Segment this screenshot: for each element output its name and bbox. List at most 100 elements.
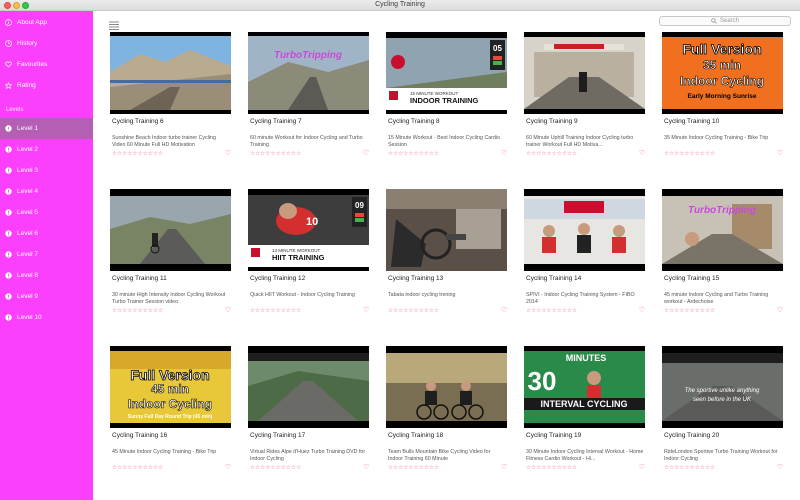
list-view-icon[interactable] [109, 17, 119, 30]
rating-stars[interactable]: ☆☆☆☆☆☆☆☆☆☆ [526, 465, 577, 471]
video-card[interactable]: Cycling Training 18 Team Bulls Mountain B… [386, 346, 507, 496]
video-card[interactable]: Cycling Training 13 Tabata indoor cycling… [386, 189, 507, 339]
sidebar-item-rating[interactable]: Rating [0, 75, 93, 96]
rating-stars[interactable]: ☆☆☆☆☆☆☆☆☆☆ [664, 465, 715, 471]
thumbnail-overlay-text: INDOOR TRAINING [410, 96, 478, 105]
video-thumbnail[interactable] [524, 32, 645, 114]
sidebar-item-level-9[interactable]: Level 9 [0, 286, 93, 307]
sidebar-item-label: Level 8 [17, 272, 38, 279]
video-thumbnail[interactable] [386, 189, 507, 271]
video-card[interactable]: MINUTES 30 INTERVAL CYCLING Cycling Trainin… [524, 346, 645, 496]
favourite-heart-icon[interactable]: ♡ [225, 149, 231, 157]
sidebar-item-label: Level 3 [17, 167, 38, 174]
rating-stars[interactable]: ☆☆☆☆☆☆☆☆☆☆ [388, 465, 439, 471]
favourite-heart-icon[interactable]: ♡ [225, 306, 231, 314]
video-title[interactable]: Cycling Training 17 [250, 432, 305, 439]
video-thumbnail[interactable] [248, 346, 369, 428]
video-thumbnail[interactable]: 15 MINUTE WORKOUT INDOOR TRAINING 05 [386, 32, 507, 114]
search-field[interactable]: Search [659, 16, 791, 26]
sidebar-item-level-5[interactable]: Level 5 [0, 202, 93, 223]
sidebar-item-level-4[interactable]: Level 4 [0, 181, 93, 202]
video-card[interactable]: Cycling Training 17 Virtual Rides Alpe d'… [248, 346, 369, 496]
video-thumbnail[interactable] [110, 32, 231, 114]
video-thumbnail[interactable] [110, 189, 231, 271]
video-title[interactable]: Cycling Training 13 [388, 275, 443, 282]
favourite-heart-icon[interactable]: ♡ [639, 306, 645, 314]
video-thumbnail[interactable]: TurboTripping [248, 32, 369, 114]
rating-stars[interactable]: ☆☆☆☆☆☆☆☆☆☆ [664, 308, 715, 314]
video-card[interactable]: The sportive unlike anything seen before … [662, 346, 783, 496]
video-description: Virtual Rides Alpe d'Huez Turbo Training… [250, 449, 366, 462]
video-title[interactable]: Cycling Training 6 [112, 118, 164, 125]
video-thumbnail[interactable]: 10 09 13 MINUTE WORKOUT HIIT TRAINING [248, 189, 369, 271]
rating-stars[interactable]: ☆☆☆☆☆☆☆☆☆☆ [526, 151, 577, 157]
video-title[interactable]: Cycling Training 11 [112, 275, 167, 282]
video-title[interactable]: Cycling Training 9 [526, 118, 578, 125]
sidebar-item-level-10[interactable]: Level 10 [0, 307, 93, 328]
video-title[interactable]: Cycling Training 8 [388, 118, 440, 125]
video-title[interactable]: Cycling Training 15 [664, 275, 719, 282]
video-thumbnail[interactable]: The sportive unlike anything seen before … [662, 346, 783, 428]
rating-stars[interactable]: ☆☆☆☆☆☆☆☆☆☆ [250, 308, 301, 314]
video-card[interactable]: Full Version 35 min Indoor Cycling Early Mo… [662, 32, 783, 182]
video-title[interactable]: Cycling Training 10 [664, 118, 719, 125]
rating-stars[interactable]: ☆☆☆☆☆☆☆☆☆☆ [664, 151, 715, 157]
favourite-heart-icon[interactable]: ♡ [363, 463, 369, 471]
sidebar-item-about-app[interactable]: About App [0, 12, 93, 33]
favourite-heart-icon[interactable]: ♡ [777, 306, 783, 314]
video-card[interactable]: TurboTripping Cycling Training 15 45 minut… [662, 189, 783, 339]
clock-icon [5, 40, 12, 47]
sidebar-item-history[interactable]: History [0, 33, 93, 54]
rating-stars[interactable]: ☆☆☆☆☆☆☆☆☆☆ [112, 151, 163, 157]
video-card[interactable]: 15 MINUTE WORKOUT INDOOR TRAINING 05 Cyclin… [386, 32, 507, 182]
video-title[interactable]: Cycling Training 20 [664, 432, 719, 439]
favourite-heart-icon[interactable]: ♡ [639, 463, 645, 471]
rating-stars[interactable]: ☆☆☆☆☆☆☆☆☆☆ [112, 465, 163, 471]
rating-stars[interactable]: ☆☆☆☆☆☆☆☆☆☆ [526, 308, 577, 314]
video-title[interactable]: Cycling Training 18 [388, 432, 443, 439]
video-thumbnail[interactable]: Full Version 45 min Indoor Cycling Sunny Fu… [110, 346, 231, 428]
info-circle-icon [5, 209, 12, 216]
video-description: 45 Minute Indoor Cycling Training - Bike… [112, 449, 217, 455]
rating-stars[interactable]: ☆☆☆☆☆☆☆☆☆☆ [388, 308, 439, 314]
video-card[interactable]: Full Version 45 min Indoor Cycling Sunny Fu… [110, 346, 231, 496]
favourite-heart-icon[interactable]: ♡ [225, 463, 231, 471]
sidebar-item-level-1[interactable]: Level 1 [0, 118, 93, 139]
video-card[interactable]: Cycling Training 9 60 Minute Uphill Train… [524, 32, 645, 182]
favourite-heart-icon[interactable]: ♡ [363, 306, 369, 314]
video-title[interactable]: Cycling Training 16 [112, 432, 167, 439]
sidebar-item-favourites[interactable]: Favourites [0, 54, 93, 75]
rating-stars[interactable]: ☆☆☆☆☆☆☆☆☆☆ [250, 465, 301, 471]
thumbnail-overlay-text: Indoor Cycling [680, 74, 764, 88]
video-card[interactable]: Cycling Training 11 30 minute High Intens… [110, 189, 231, 339]
video-card[interactable]: Cycling Training 6 Sunshine Beach Indoor … [110, 32, 231, 182]
sidebar-item-level-7[interactable]: Level 7 [0, 244, 93, 265]
video-card[interactable]: Cycling Training 14 SPIVI - Indoor Cyclin… [524, 189, 645, 339]
favourite-heart-icon[interactable]: ♡ [363, 149, 369, 157]
video-title[interactable]: Cycling Training 14 [526, 275, 581, 282]
video-thumbnail[interactable]: TurboTripping [662, 189, 783, 271]
video-title[interactable]: Cycling Training 7 [250, 118, 302, 125]
sidebar-item-level-2[interactable]: Level 2 [0, 139, 93, 160]
video-title[interactable]: Cycling Training 12 [250, 275, 305, 282]
sidebar-item-level-3[interactable]: Level 3 [0, 160, 93, 181]
favourite-heart-icon[interactable]: ♡ [501, 306, 507, 314]
video-thumbnail[interactable]: MINUTES 30 INTERVAL CYCLING [524, 346, 645, 428]
favourite-heart-icon[interactable]: ♡ [777, 463, 783, 471]
video-title[interactable]: Cycling Training 19 [526, 432, 581, 439]
video-thumbnail[interactable]: Full Version 35 min Indoor Cycling Early Mo… [662, 32, 783, 114]
video-card[interactable]: TurboTripping Cycling Training 7 60 minute… [248, 32, 369, 182]
rating-stars[interactable]: ☆☆☆☆☆☆☆☆☆☆ [112, 308, 163, 314]
video-card[interactable]: 10 09 13 MINUTE WORKOUT HIIT TRAINING Cyclin… [248, 189, 369, 339]
favourite-heart-icon[interactable]: ♡ [501, 149, 507, 157]
video-thumbnail[interactable] [524, 189, 645, 271]
sidebar-item-level-6[interactable]: Level 6 [0, 223, 93, 244]
video-thumbnail[interactable] [386, 346, 507, 428]
thumbnail-overlay-text: INTERVAL CYCLING [540, 399, 627, 409]
favourite-heart-icon[interactable]: ♡ [777, 149, 783, 157]
rating-stars[interactable]: ☆☆☆☆☆☆☆☆☆☆ [388, 151, 439, 157]
rating-stars[interactable]: ☆☆☆☆☆☆☆☆☆☆ [250, 151, 301, 157]
favourite-heart-icon[interactable]: ♡ [501, 463, 507, 471]
favourite-heart-icon[interactable]: ♡ [639, 149, 645, 157]
sidebar-item-level-8[interactable]: Level 8 [0, 265, 93, 286]
